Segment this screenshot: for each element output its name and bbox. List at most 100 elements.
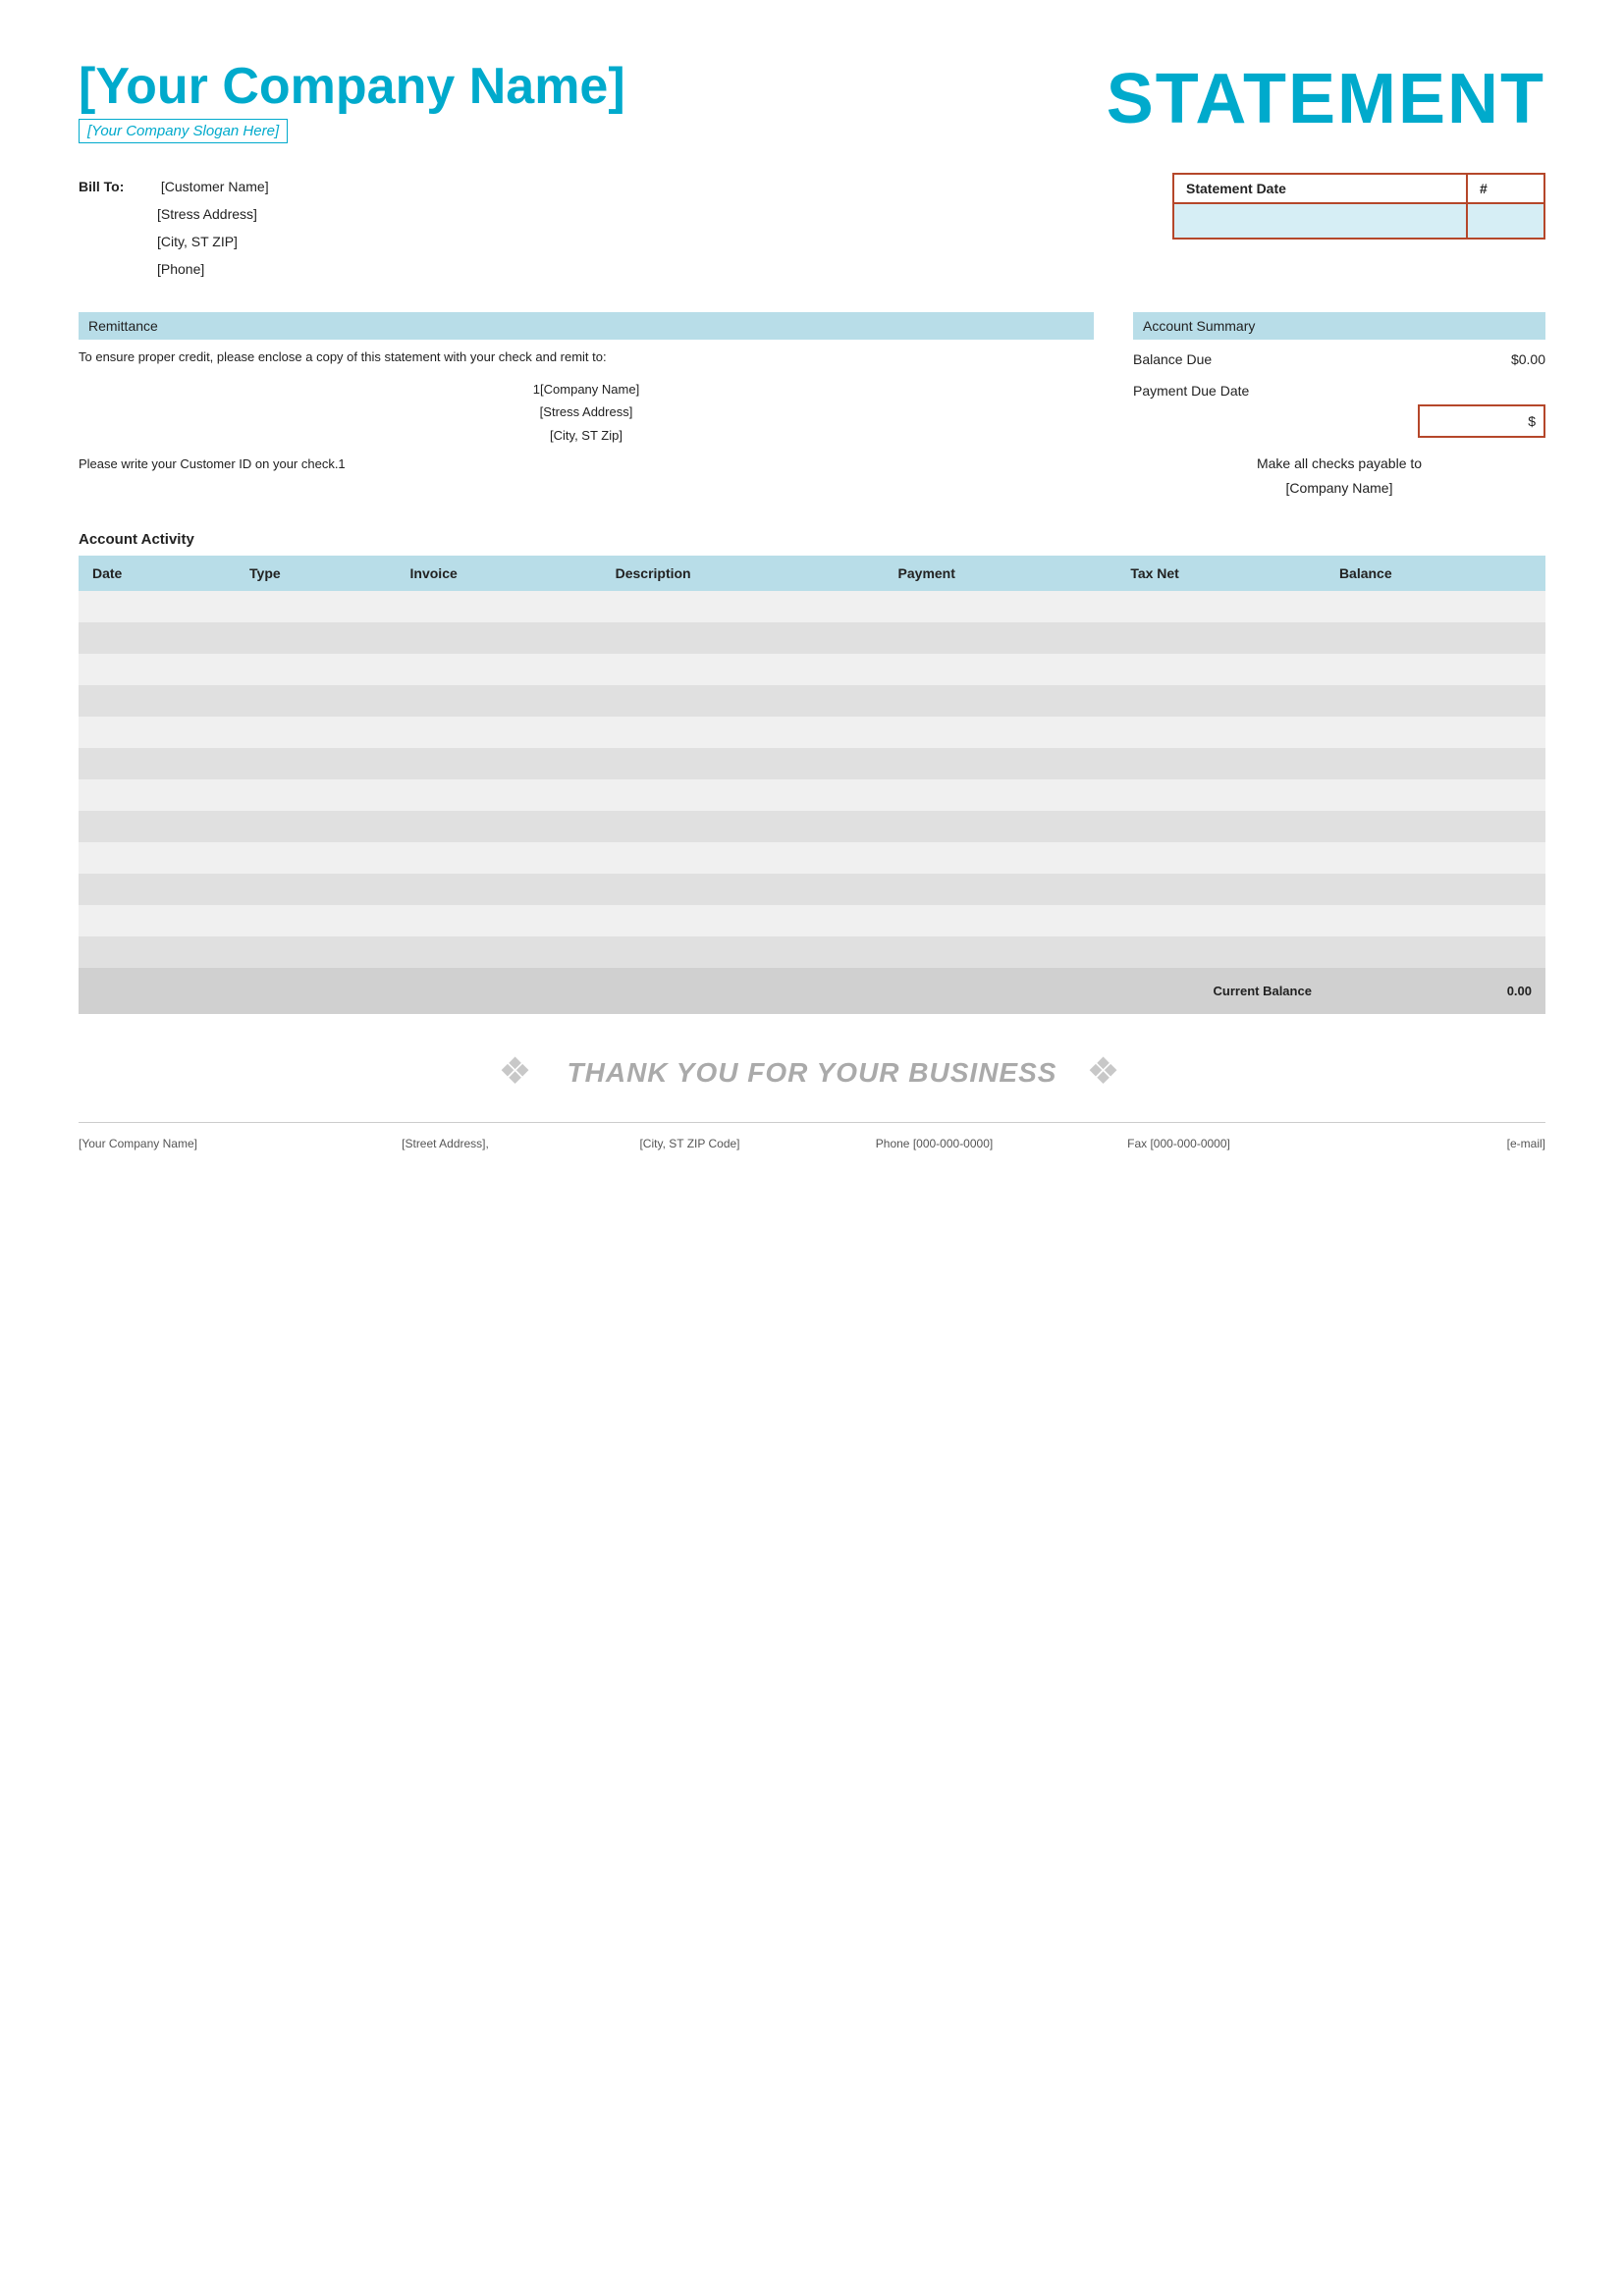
statement-number-value[interactable] — [1467, 203, 1544, 239]
table-cell — [885, 685, 1117, 717]
table-cell — [1326, 842, 1545, 874]
table-cell — [1116, 685, 1326, 717]
balance-due-row: Balance Due $0.00 — [1133, 347, 1545, 371]
table-cell — [885, 654, 1117, 685]
thankyou-section: ❖ THANK YOU FOR YOUR BUSINESS ❖ — [79, 1053, 1545, 1093]
balance-due-label: Balance Due — [1133, 351, 1212, 367]
table-cell — [79, 717, 236, 748]
diamond-right-icon: ❖ — [1086, 1053, 1125, 1093]
customer-name: [Customer Name] — [161, 179, 269, 194]
activity-title: Account Activity — [79, 531, 1545, 548]
footer-fax: Fax [000-000-0000] — [1056, 1137, 1301, 1150]
table-cell — [397, 936, 602, 968]
table-cell — [1116, 654, 1326, 685]
table-cell — [236, 905, 397, 936]
table-cell — [1326, 591, 1545, 622]
table-cell — [1116, 811, 1326, 842]
table-cell — [236, 779, 397, 811]
table-cell — [236, 654, 397, 685]
checks-payable-line1: Make all checks payable to — [1133, 452, 1545, 476]
remittance-city: [City, ST Zip] — [79, 424, 1094, 447]
table-row — [79, 591, 1545, 622]
thankyou-text: THANK YOU FOR YOUR BUSINESS — [568, 1057, 1057, 1089]
city-state-zip: [City, ST ZIP] — [157, 228, 269, 255]
statement-date-header: Statement Date — [1173, 174, 1467, 203]
col-type: Type — [236, 556, 397, 591]
account-summary-header: Account Summary — [1133, 312, 1545, 340]
statement-date-value[interactable] — [1173, 203, 1467, 239]
footer-company: [Your Company Name] — [79, 1137, 323, 1150]
table-cell — [397, 811, 602, 842]
table-cell — [397, 591, 602, 622]
table-cell — [236, 748, 397, 779]
diamond-left-icon: ❖ — [499, 1053, 538, 1093]
current-balance-row: Current Balance0.00 — [79, 968, 1545, 1014]
table-cell — [397, 685, 602, 717]
company-name: [Your Company Name] — [79, 59, 625, 115]
table-cell — [1326, 654, 1545, 685]
payment-due-amount: $ — [1133, 404, 1545, 438]
header: [Your Company Name] [Your Company Slogan… — [79, 59, 1545, 143]
remittance-company: 1[Company Name] — [79, 378, 1094, 400]
table-cell — [885, 717, 1117, 748]
remittance-header: Remittance — [79, 312, 1094, 340]
table-cell — [885, 874, 1117, 905]
checks-payable: Make all checks payable to [Company Name… — [1133, 452, 1545, 501]
table-cell — [602, 811, 885, 842]
footer-email: [e-mail] — [1301, 1137, 1545, 1150]
table-cell — [236, 591, 397, 622]
table-cell — [79, 654, 236, 685]
table-cell — [1326, 874, 1545, 905]
remittance-street: [Stress Address] — [79, 400, 1094, 423]
current-balance-label: Current Balance — [79, 968, 1326, 1014]
statement-number-header: # — [1467, 174, 1544, 203]
table-cell — [1116, 779, 1326, 811]
table-cell — [885, 779, 1117, 811]
table-cell — [79, 874, 236, 905]
table-cell — [1116, 717, 1326, 748]
table-cell — [885, 842, 1117, 874]
statement-date-table: Statement Date # — [1172, 173, 1545, 240]
table-cell — [236, 622, 397, 654]
remittance-address: 1[Company Name] [Stress Address] [City, … — [79, 378, 1094, 447]
statement-date-block: Statement Date # — [1172, 173, 1545, 283]
table-cell — [79, 779, 236, 811]
payment-due-label: Payment Due Date — [1133, 383, 1545, 399]
table-row — [79, 936, 1545, 968]
table-cell — [1116, 905, 1326, 936]
table-cell — [397, 874, 602, 905]
bill-to-line: Bill To: [Customer Name] — [79, 173, 269, 200]
table-cell — [1116, 748, 1326, 779]
table-cell — [1326, 779, 1545, 811]
table-cell — [79, 685, 236, 717]
balance-due-value: $0.00 — [1511, 351, 1545, 367]
table-cell — [1326, 748, 1545, 779]
col-taxnet: Tax Net — [1116, 556, 1326, 591]
amount-box[interactable]: $ — [1418, 404, 1545, 438]
remittance-text: To ensure proper credit, please enclose … — [79, 347, 1094, 368]
table-row — [79, 874, 1545, 905]
table-cell — [1326, 936, 1545, 968]
table-row — [79, 811, 1545, 842]
statement-title: STATEMENT — [1107, 59, 1545, 139]
current-balance-value: 0.00 — [1326, 968, 1545, 1014]
table-row — [79, 748, 1545, 779]
activity-header-row: Date Type Invoice Description Payment Ta… — [79, 556, 1545, 591]
table-row — [79, 905, 1545, 936]
table-cell — [79, 905, 236, 936]
table-cell — [602, 842, 885, 874]
page: [Your Company Name] [Your Company Slogan… — [0, 0, 1624, 2296]
table-cell — [397, 622, 602, 654]
table-cell — [602, 591, 885, 622]
bill-to-label: Bill To: — [79, 173, 157, 200]
table-cell — [79, 842, 236, 874]
account-summary-block: Account Summary Balance Due $0.00 Paymen… — [1133, 312, 1545, 501]
table-cell — [397, 748, 602, 779]
table-cell — [602, 779, 885, 811]
table-cell — [397, 654, 602, 685]
activity-section: Account Activity Date Type Invoice Descr… — [79, 531, 1545, 1014]
street-address: [Stress Address] — [157, 200, 269, 228]
table-cell — [602, 936, 885, 968]
table-cell — [885, 748, 1117, 779]
table-cell — [79, 622, 236, 654]
